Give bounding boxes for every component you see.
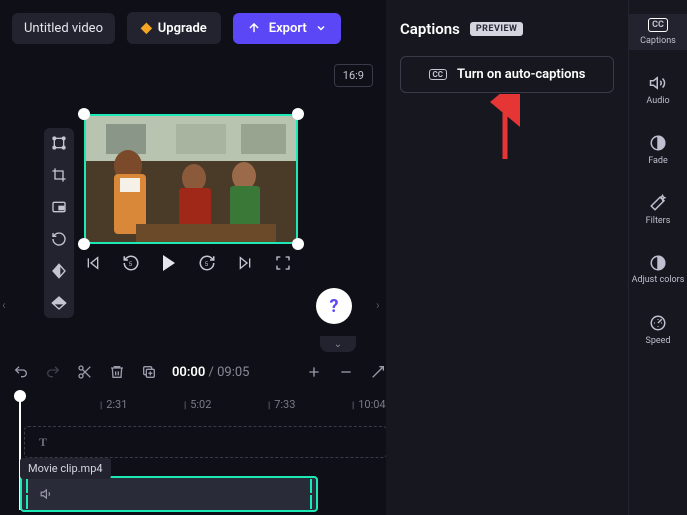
annotation-arrow	[490, 94, 520, 164]
clip-trim-left[interactable]	[22, 478, 32, 510]
timeline-collapse-tab[interactable]: ⌄	[320, 336, 356, 352]
pip-icon[interactable]	[50, 198, 68, 216]
ruler-tick: 5:02	[184, 398, 211, 411]
sidebar-label: Filters	[646, 216, 671, 226]
preview-badge: PREVIEW	[470, 22, 524, 36]
speaker-icon	[40, 487, 306, 501]
wand-icon	[649, 194, 667, 212]
resize-handle-br[interactable]	[292, 238, 304, 250]
timecode-display: 00:00 / 09:05	[172, 365, 249, 380]
aspect-ratio-selector[interactable]: 16:9	[334, 64, 373, 87]
skip-back-icon[interactable]	[84, 254, 102, 272]
ruler-tick: 2:31	[100, 398, 127, 411]
svg-text:5: 5	[129, 261, 133, 268]
select-icon[interactable]	[50, 134, 68, 152]
play-button[interactable]	[160, 254, 178, 272]
crop-icon[interactable]	[50, 166, 68, 184]
sidebar-label: Fade	[648, 156, 668, 166]
zoom-out-icon[interactable]	[337, 363, 355, 381]
delete-icon[interactable]	[108, 363, 126, 381]
playhead[interactable]	[14, 390, 26, 402]
export-label: Export	[269, 21, 307, 36]
sidebar-item-fade[interactable]: Fade	[629, 130, 687, 170]
help-button[interactable]: ?	[316, 288, 352, 324]
timeline-toolbar: 00:00 / 09:05	[12, 358, 387, 386]
rewind-5-icon[interactable]: 5	[122, 254, 140, 272]
sidebar-label: Audio	[646, 96, 669, 106]
rotate-icon[interactable]	[50, 230, 68, 248]
sidebar-item-adjust-colors[interactable]: Adjust colors	[629, 250, 687, 290]
cc-icon: CC	[429, 69, 447, 80]
video-canvas[interactable]	[84, 114, 298, 244]
panel-title: Captions	[400, 20, 460, 38]
ruler-tick: 10:04	[352, 398, 386, 411]
video-clip[interactable]	[20, 476, 318, 512]
sidebar-item-audio[interactable]: Audio	[629, 70, 687, 110]
timeline-ruler[interactable]: 2:31 5:02 7:33 10:04	[12, 394, 387, 416]
panel-collapse-left[interactable]: ‹	[2, 298, 6, 312]
circle-half-icon	[649, 134, 667, 152]
panel-collapse-right[interactable]: ›	[376, 298, 380, 312]
auto-captions-button[interactable]: CC Turn on auto-captions	[400, 56, 614, 93]
sidebar-item-filters[interactable]: Filters	[629, 190, 687, 230]
resize-handle-tr[interactable]	[292, 108, 304, 120]
upgrade-button[interactable]: ◆ Upgrade	[127, 12, 221, 44]
speaker-icon	[649, 74, 667, 92]
svg-text:5: 5	[205, 261, 209, 268]
undo-icon[interactable]	[12, 363, 30, 381]
skip-forward-icon[interactable]	[236, 254, 254, 272]
flip-horizontal-icon[interactable]	[50, 262, 68, 280]
gauge-icon	[649, 314, 667, 332]
chevron-down-icon	[315, 22, 327, 34]
resize-handle-tl[interactable]	[78, 108, 90, 120]
clip-tooltip: Movie clip.mp4	[20, 458, 111, 479]
contrast-icon	[649, 254, 667, 272]
playback-controls: 5 5	[84, 254, 292, 272]
upload-icon	[247, 21, 261, 35]
sidebar-label: Speed	[645, 336, 670, 346]
split-icon[interactable]	[76, 363, 94, 381]
text-track-placeholder[interactable]: T Add text	[24, 426, 387, 458]
flip-vertical-icon[interactable]	[50, 294, 68, 312]
selection-frame	[84, 114, 298, 244]
add-track-icon[interactable]	[305, 363, 323, 381]
clip-trim-right[interactable]	[306, 478, 316, 510]
diamond-icon: ◆	[141, 20, 152, 36]
sidebar-label: Adjust colors	[632, 276, 685, 286]
auto-captions-label: Turn on auto-captions	[457, 67, 585, 82]
duplicate-icon[interactable]	[140, 363, 158, 381]
fullscreen-icon[interactable]	[274, 254, 292, 272]
redo-icon[interactable]	[44, 363, 62, 381]
transform-toolbar	[44, 128, 74, 318]
ruler-tick: 7:33	[268, 398, 295, 411]
text-icon: T	[39, 435, 47, 450]
sidebar-item-captions[interactable]: CC Captions	[629, 14, 687, 50]
project-title[interactable]: Untitled video	[12, 13, 115, 44]
resize-handle-bl[interactable]	[78, 238, 90, 250]
fit-timeline-icon[interactable]	[369, 363, 387, 381]
captions-panel: Captions PREVIEW CC Turn on auto-caption…	[386, 0, 628, 515]
export-button[interactable]: Export	[233, 13, 341, 44]
forward-5-icon[interactable]: 5	[198, 254, 216, 272]
sidebar-label: Captions	[640, 36, 676, 46]
properties-sidebar: CC Captions Audio Fade Filters Adjust co…	[628, 0, 687, 515]
upgrade-label: Upgrade	[158, 21, 207, 36]
cc-icon: CC	[648, 18, 668, 32]
sidebar-item-speed[interactable]: Speed	[629, 310, 687, 350]
